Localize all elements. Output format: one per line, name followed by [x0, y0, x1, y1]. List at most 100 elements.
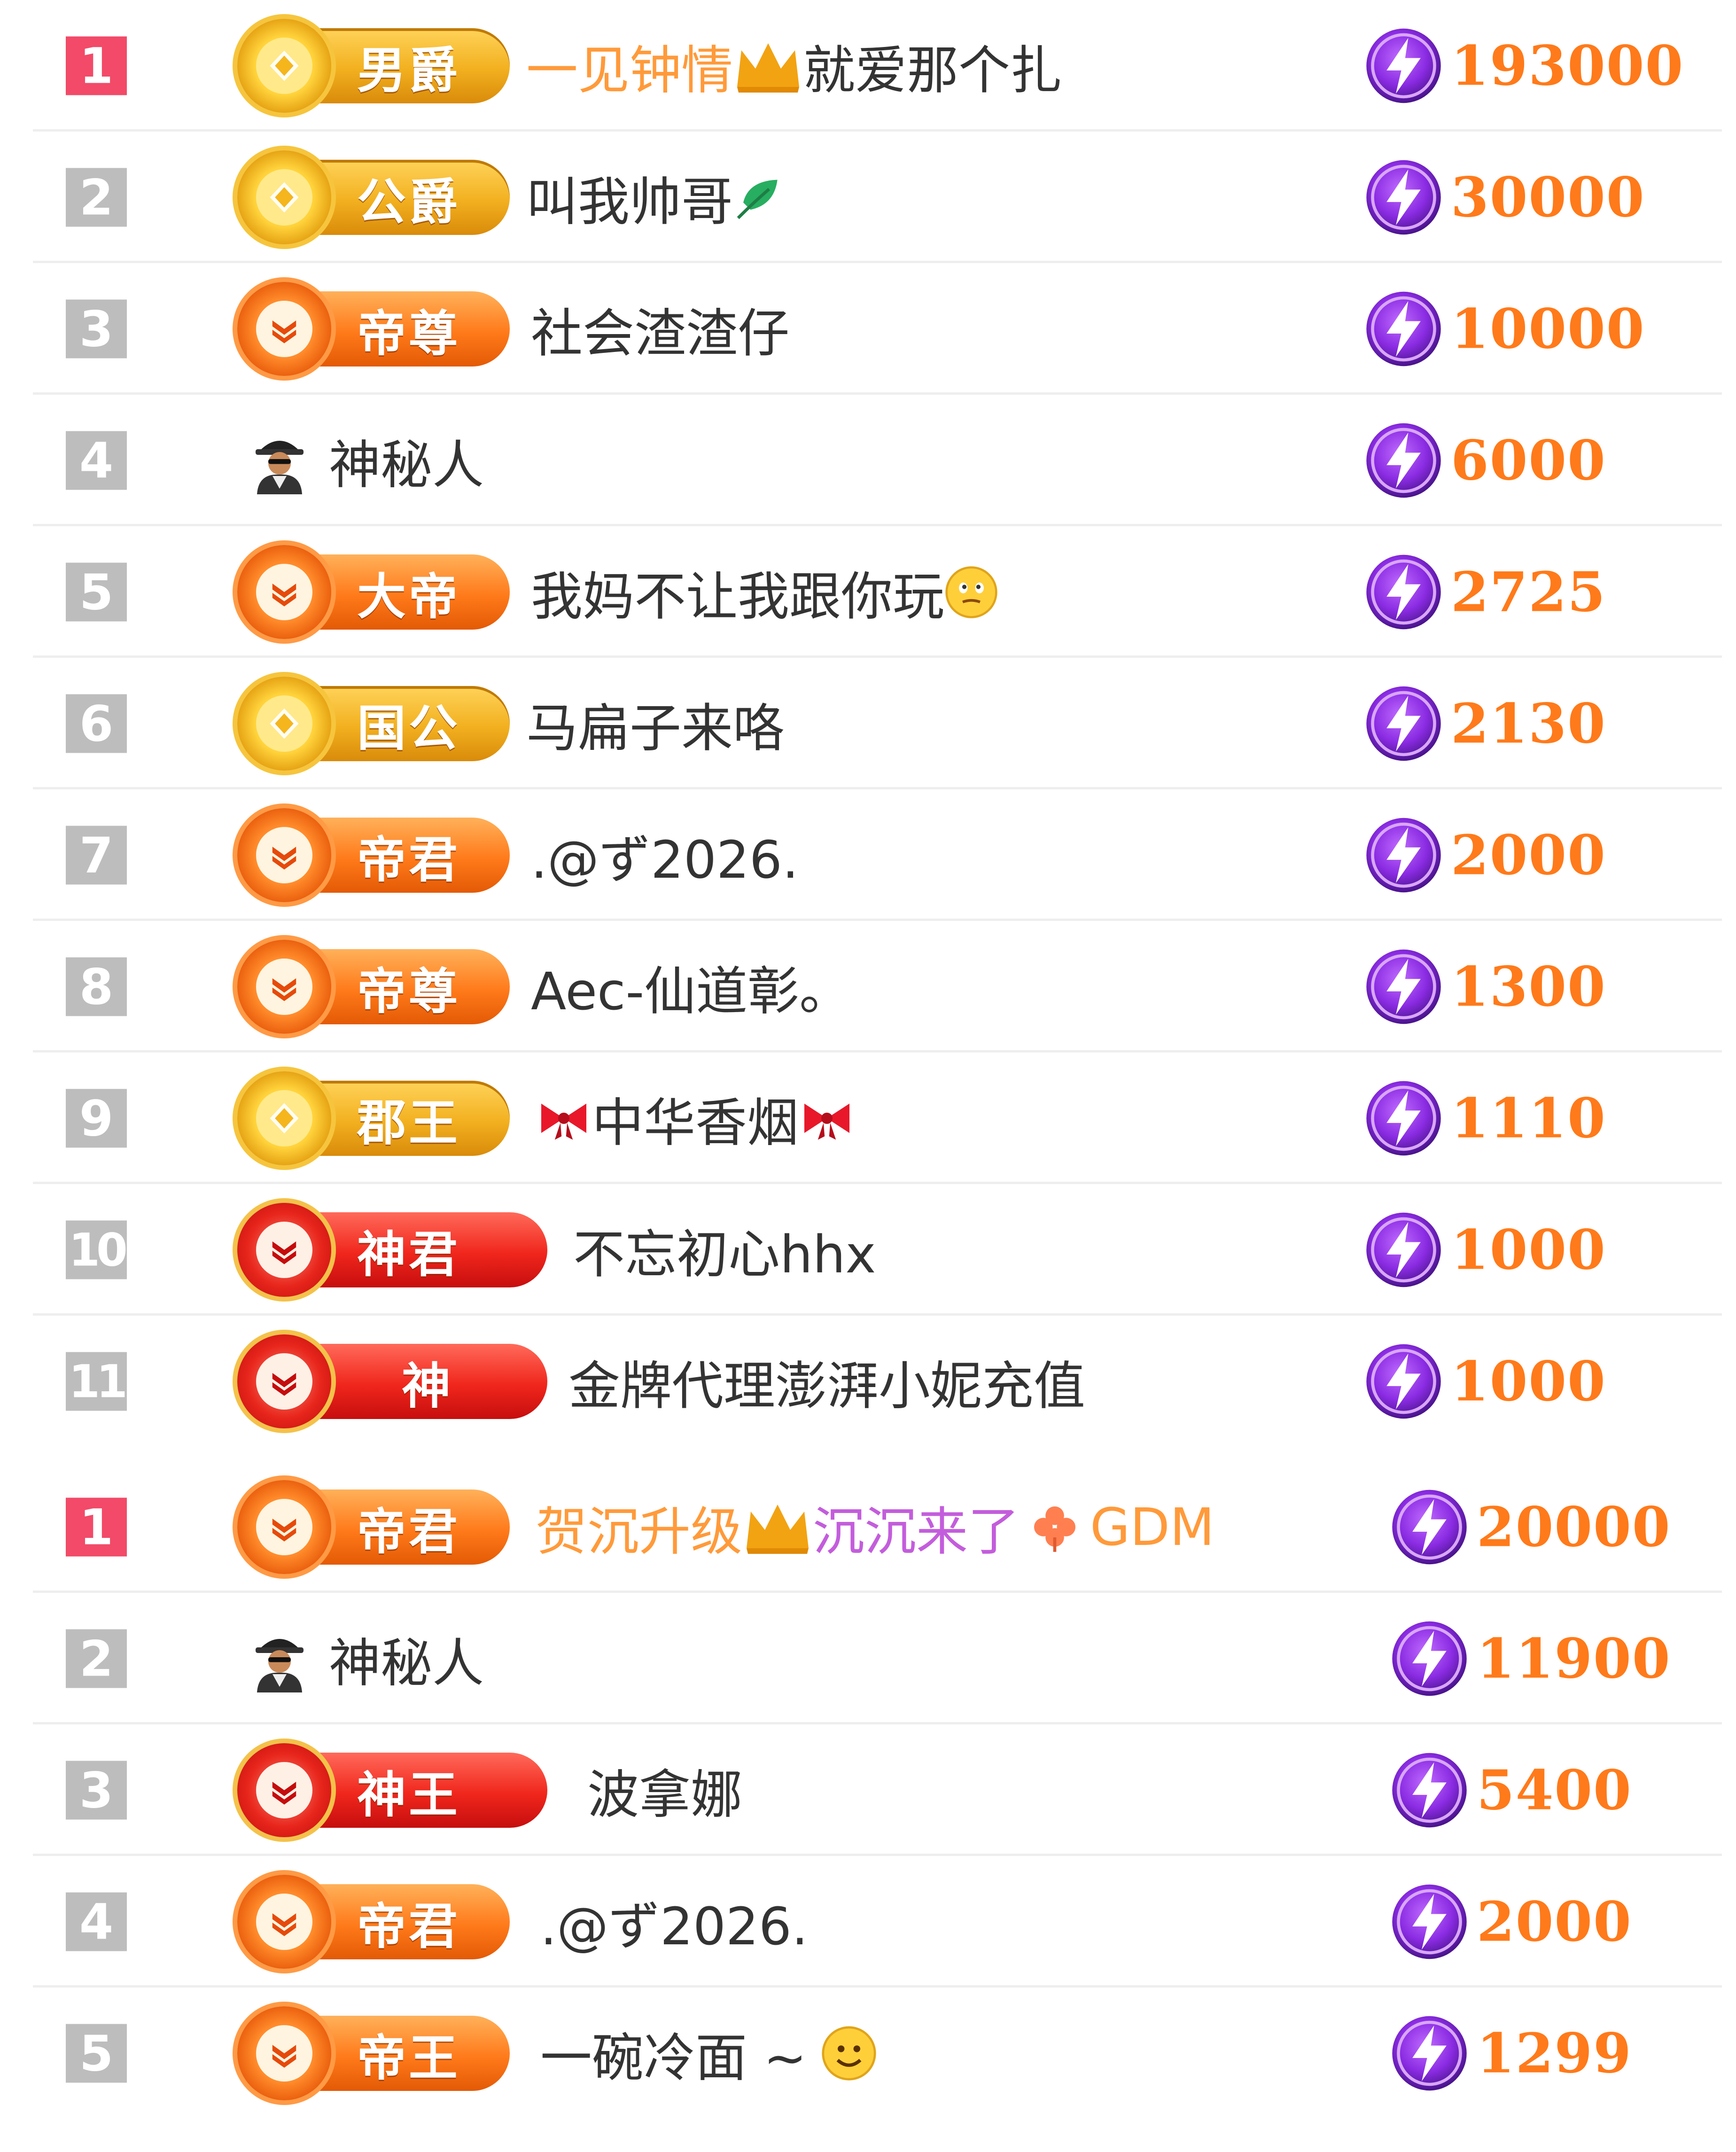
rolling-eyes-emoji-icon [944, 565, 998, 619]
lightning-coin-icon [1365, 948, 1442, 1026]
rank-badge: 5 [66, 562, 127, 622]
score: 2725 [1365, 554, 1606, 631]
user-name: 金牌代理澎湃小妮充值 [568, 1356, 1085, 1416]
orange-crest-icon [237, 2006, 331, 2100]
crown-icon [733, 38, 803, 94]
noble-title: 公爵 [357, 173, 461, 231]
rank-badge: 1 [66, 1497, 127, 1557]
score: 2000 [1391, 1883, 1632, 1961]
noble-badge: 神君 [237, 1203, 547, 1297]
rank-badge: 3 [66, 299, 127, 359]
list-item[interactable]: 8 帝尊 Aec-仙道彰。 1300 [0, 921, 1736, 1053]
noble-title: 帝君 [357, 1503, 461, 1560]
lightning-coin-icon [1365, 27, 1442, 105]
lightning-coin-icon [1365, 817, 1442, 894]
score: 193000 [1365, 27, 1684, 105]
list-item[interactable]: 2 神秘人 11900 [0, 1593, 1736, 1724]
list-item[interactable]: 4 帝君 .@ず2026. 2000 [0, 1856, 1736, 1988]
list-item[interactable]: 3 帝尊 社会渣渣仔 10000 [0, 263, 1736, 395]
gold-coin-icon [237, 19, 331, 113]
list-item[interactable]: 1 帝君 贺沉升级 沉沉来了 GDM 20000 [0, 1461, 1736, 1593]
score: 20000 [1391, 1489, 1671, 1566]
rank-badge: 7 [66, 826, 127, 885]
list-item[interactable]: 9 郡王 中华香烟 1110 [0, 1053, 1736, 1184]
crown-icon [742, 1499, 813, 1555]
leaderboard: 1 男爵 一见钟情 就爱那个扎 193000 2 公爵 叫我帅哥 30000 3… [0, 0, 1736, 2152]
list-item[interactable]: 6 国公 马扁子来咯 2130 [0, 658, 1736, 789]
lightning-coin-icon [1391, 1752, 1468, 1829]
score: 30000 [1365, 159, 1645, 236]
score: 1000 [1365, 1343, 1606, 1420]
user-name: .@ず2026. [540, 1896, 808, 1957]
score: 1110 [1365, 1080, 1606, 1157]
rank-badge: 11 [66, 1352, 128, 1411]
red-bow-icon [799, 1095, 855, 1142]
noble-title: 神王 [357, 1766, 461, 1824]
list-item[interactable]: 2 公爵 叫我帅哥 30000 [0, 132, 1736, 263]
leaf-icon [733, 172, 785, 223]
noble-badge: 神王 [237, 1743, 547, 1837]
list-item[interactable]: 3 神王 波拿娜 5400 [0, 1724, 1736, 1856]
user-name: 叫我帅哥 [526, 160, 785, 235]
noble-badge: 帝君 [237, 1875, 510, 1969]
leaderboard-list-1: 1 男爵 一见钟情 就爱那个扎 193000 2 公爵 叫我帅哥 30000 3… [0, 0, 1736, 1447]
score: 1299 [1391, 2015, 1632, 2092]
rank-badge: 5 [66, 2024, 127, 2083]
user-name: 社会渣渣仔 [531, 304, 789, 364]
mystery-person-icon [244, 425, 315, 496]
user-name: 我妈不让我跟你玩 [531, 554, 998, 630]
lightning-coin-icon [1365, 1211, 1442, 1289]
list-item[interactable]: 11 神 金牌代理澎湃小妮充值 1000 [0, 1316, 1736, 1447]
list-item[interactable]: 5 大帝 我妈不让我跟你玩 2725 [0, 526, 1736, 658]
list-item[interactable]: 5 帝王 一碗冷面 ~ 1299 [0, 1988, 1736, 2119]
score: 1300 [1365, 948, 1606, 1026]
user-name: 贺沉升级 沉沉来了 GDM [536, 1497, 1214, 1562]
score: 2000 [1365, 817, 1606, 894]
red-crest-icon [237, 1203, 331, 1297]
noble-title: 帝尊 [357, 304, 461, 362]
list-item[interactable]: 1 男爵 一见钟情 就爱那个扎 193000 [0, 0, 1736, 132]
noble-title: 男爵 [357, 41, 461, 99]
user-name: 一见钟情 就爱那个扎 [526, 28, 1062, 103]
rank-badge: 2 [66, 168, 127, 227]
rank-badge: 4 [66, 1892, 127, 1951]
noble-badge: 公爵 [237, 150, 510, 244]
lightning-coin-icon [1365, 422, 1442, 499]
noble-title: 国公 [357, 699, 461, 757]
noble-badge: 帝君 [237, 1480, 510, 1574]
smile-emoji-icon [821, 2025, 877, 2082]
list-item[interactable]: 7 帝君 .@ず2026. 2000 [0, 789, 1736, 921]
orange-crest-icon [237, 1875, 331, 1969]
user-name: 神秘人 [329, 435, 484, 495]
clover-icon [1029, 1501, 1081, 1553]
orange-crest-icon [237, 545, 331, 639]
user-name: Aec-仙道彰。 [531, 961, 851, 1021]
noble-badge: 男爵 [237, 19, 510, 113]
score: 1000 [1365, 1211, 1606, 1289]
mystery-person-icon [244, 1623, 315, 1694]
noble-badge: 国公 [237, 677, 510, 771]
noble-title: 帝王 [357, 2029, 461, 2087]
rank-badge: 6 [66, 694, 127, 753]
orange-crest-icon [237, 282, 331, 376]
noble-badge: 郡王 [237, 1071, 510, 1165]
noble-badge: 帝君 [237, 808, 510, 902]
noble-title: 帝君 [357, 831, 461, 889]
orange-crest-icon [237, 1480, 331, 1574]
orange-crest-icon [237, 940, 331, 1034]
user-name: 波拿娜 [587, 1765, 742, 1825]
user-name: 中华香烟 [536, 1081, 855, 1156]
noble-badge: 大帝 [237, 545, 510, 639]
noble-badge: 神 [237, 1334, 547, 1428]
lightning-coin-icon [1365, 1343, 1442, 1420]
user-name: 马扁子来咯 [526, 698, 785, 758]
score: 11900 [1391, 1620, 1671, 1698]
list-item[interactable]: 4 神秘人 6000 [0, 395, 1736, 526]
orange-crest-icon [237, 808, 331, 902]
noble-title: 帝君 [357, 1897, 461, 1955]
rank-badge: 4 [66, 431, 127, 490]
user-name: 神秘人 [329, 1633, 484, 1693]
list-item[interactable]: 10 神君 不忘初心hhx 1000 [0, 1184, 1736, 1316]
noble-title: 帝尊 [357, 962, 461, 1020]
lightning-coin-icon [1365, 685, 1442, 763]
